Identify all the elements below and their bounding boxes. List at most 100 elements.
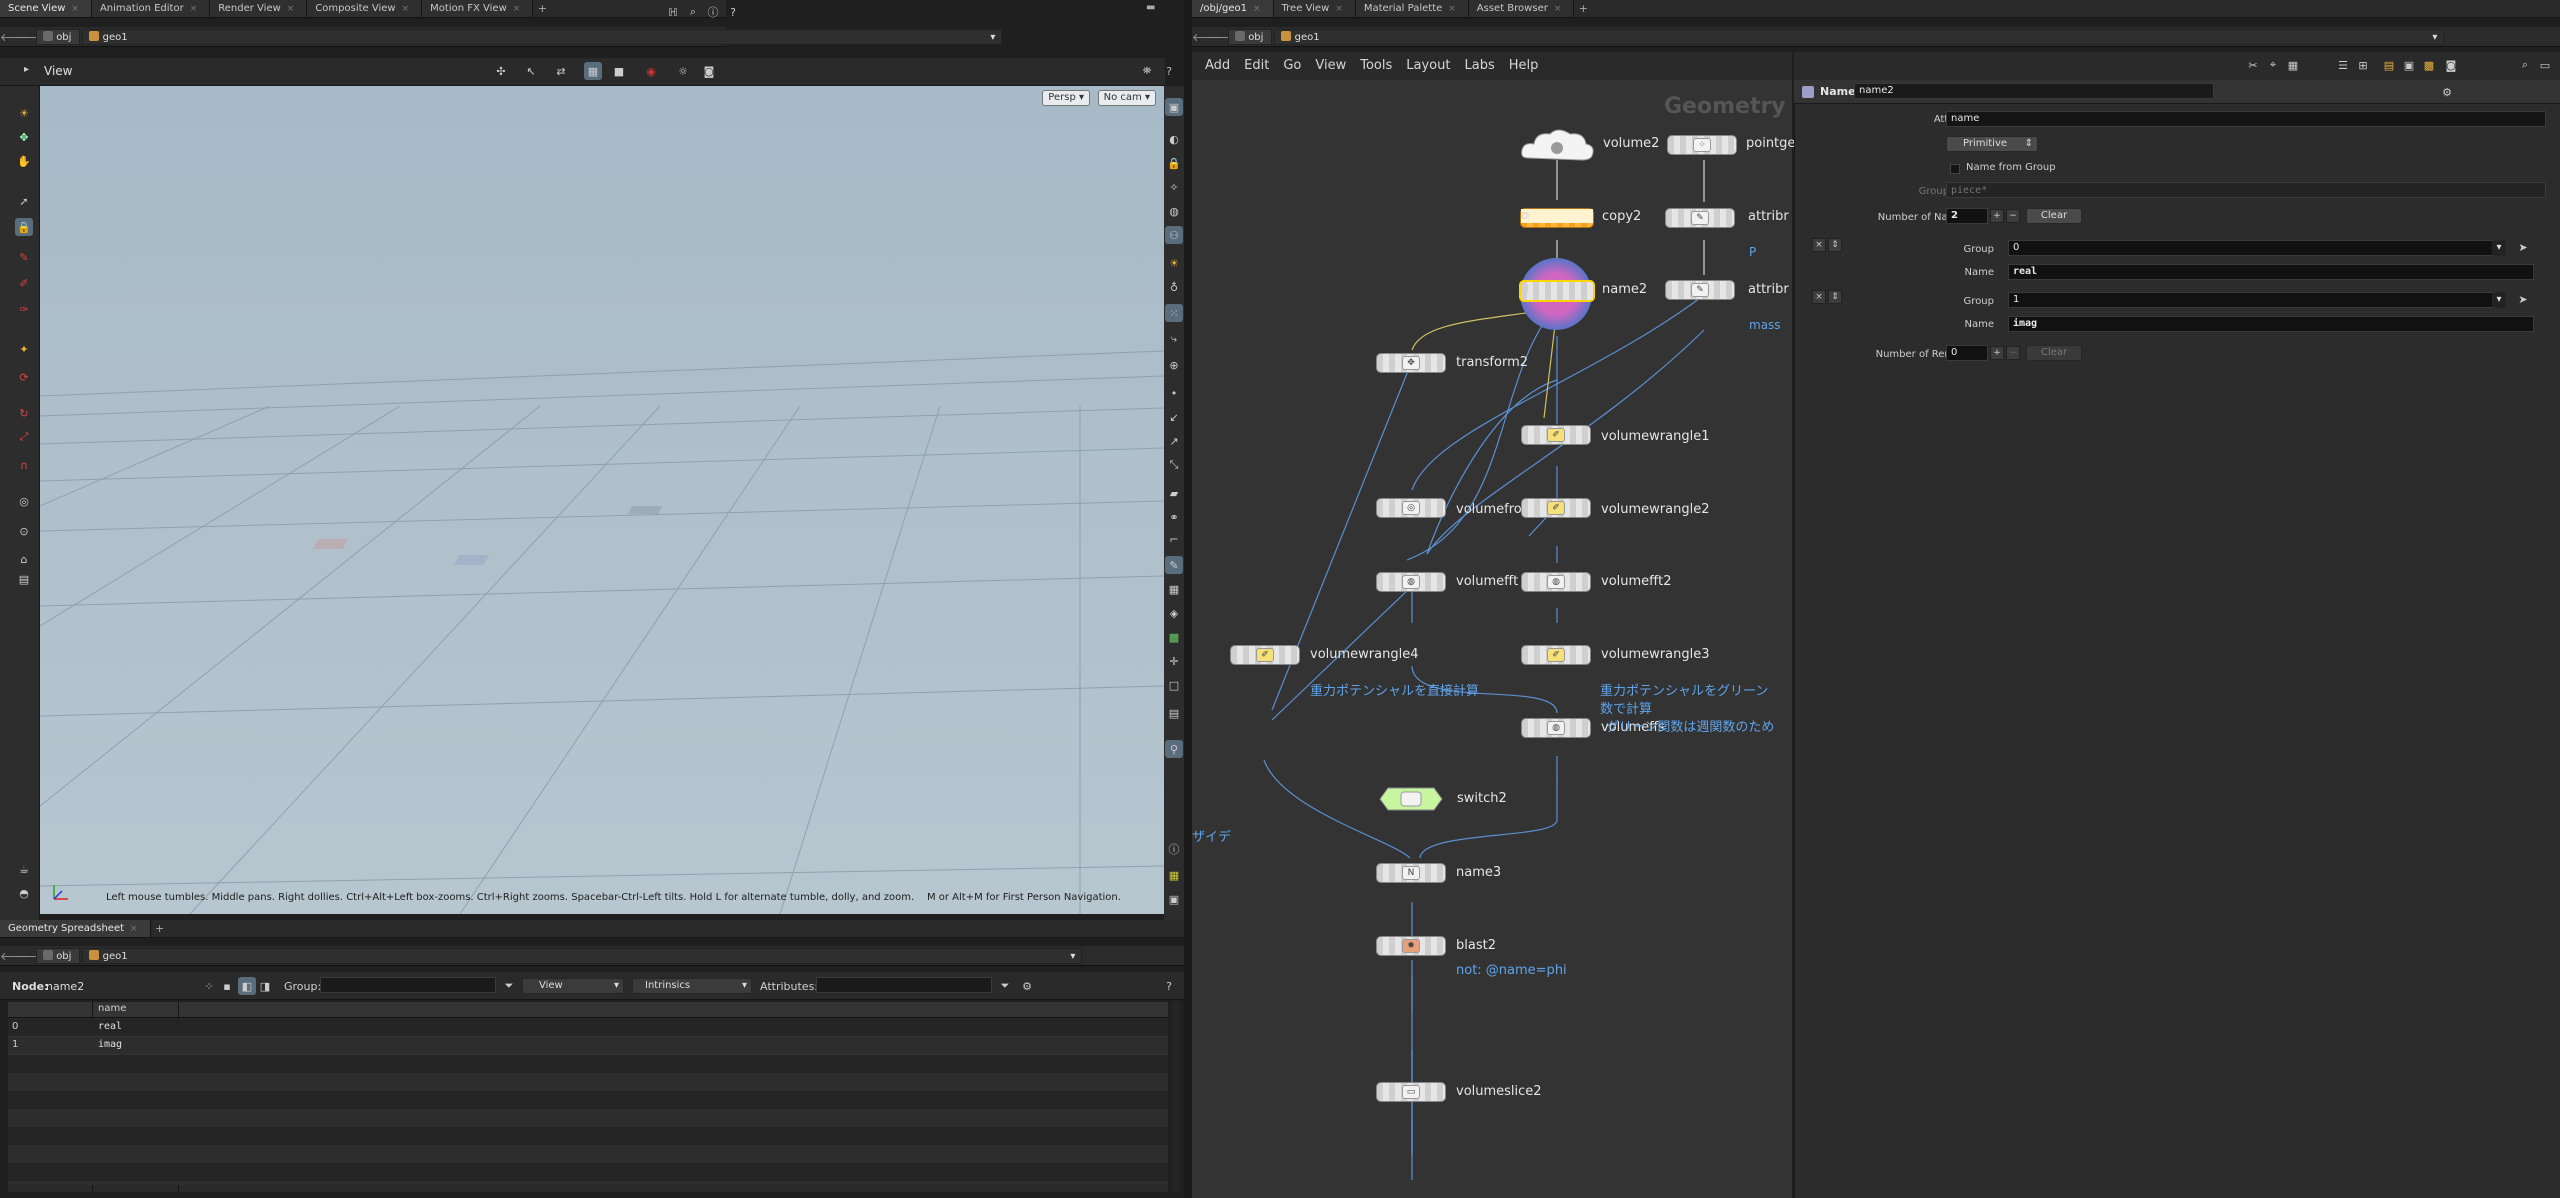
- crumb-obj[interactable]: obj: [36, 947, 81, 964]
- tree-icon[interactable]: ⊞: [2354, 56, 2372, 74]
- crosshair-icon[interactable]: ✛: [1165, 652, 1183, 670]
- select-arrow-icon[interactable]: ➚: [15, 192, 33, 210]
- pin-icon[interactable]: ⌖: [2264, 56, 2282, 74]
- tab-network[interactable]: /obj/geo1 ×: [1192, 0, 1274, 17]
- vertices-icon[interactable]: ▪: [218, 977, 236, 995]
- crumb-geo[interactable]: geo1 ▾: [82, 28, 1003, 45]
- camera-menu[interactable]: No cam ▾: [1097, 90, 1156, 106]
- view-icon[interactable]: ◎: [15, 492, 33, 510]
- add-tab-icon[interactable]: +: [533, 0, 551, 17]
- tab-animation-editor[interactable]: Animation Editor ×: [91, 0, 211, 17]
- node-name-field[interactable]: name2: [1854, 83, 2214, 99]
- menu-view[interactable]: View: [1308, 52, 1353, 80]
- crumb-geo[interactable]: geo1 ▾: [1274, 28, 2445, 45]
- orbit-icon[interactable]: ⊙: [15, 522, 33, 540]
- attributes-field[interactable]: [816, 977, 992, 993]
- grid-icon[interactable]: ▦: [2284, 56, 2302, 74]
- pane-menu-icon[interactable]: ▬: [1146, 2, 1160, 14]
- filter-icon[interactable]: ⏷: [996, 977, 1014, 995]
- camera-view-icon[interactable]: ▰: [1165, 484, 1183, 502]
- gear-icon[interactable]: ⚙: [2438, 83, 2456, 101]
- dot-icon[interactable]: ◙: [2442, 56, 2460, 74]
- add-tab-icon[interactable]: +: [151, 920, 169, 937]
- table-row[interactable]: 0 real: [8, 1019, 1168, 1037]
- view-menu[interactable]: View ▾: [522, 978, 624, 994]
- node-name3[interactable]: N: [1376, 863, 1446, 883]
- close-icon[interactable]: ×: [1253, 4, 1261, 14]
- tab-render-view[interactable]: Render View ×: [210, 0, 308, 17]
- zoom-icon[interactable]: ⌕: [2516, 56, 2534, 74]
- crumb-geo[interactable]: geo1 ▾: [82, 947, 1083, 964]
- search-icon[interactable]: ⌕: [684, 3, 702, 21]
- plus-icon[interactable]: +: [1990, 209, 2004, 223]
- bundle-icon[interactable]: ▩: [2420, 56, 2438, 74]
- snapshot-icon[interactable]: ▣: [1165, 890, 1183, 908]
- render-icon[interactable]: ◓: [15, 884, 33, 902]
- help-icon[interactable]: ?: [1160, 977, 1178, 995]
- tab-geometry-spreadsheet[interactable]: Geometry Spreadsheet ×: [0, 920, 151, 937]
- pose-icon[interactable]: ✦: [15, 340, 33, 358]
- node-volumefft2[interactable]: ◍: [1521, 572, 1591, 592]
- close-icon[interactable]: ×: [71, 4, 79, 14]
- intrinsics-menu[interactable]: Intrinsics ▾: [632, 978, 752, 994]
- menu-edit[interactable]: Edit: [1237, 52, 1276, 80]
- back-icon[interactable]: 🡐: [1192, 30, 1222, 44]
- group-field[interactable]: 1: [2008, 292, 2504, 308]
- ghost-icon[interactable]: ◈: [1165, 604, 1183, 622]
- close-icon[interactable]: ×: [130, 924, 138, 934]
- name-from-group-checkbox[interactable]: [1950, 164, 1960, 174]
- num-renames-field[interactable]: 0: [1946, 345, 1988, 361]
- record-icon[interactable]: ◉: [642, 62, 660, 80]
- node-volumefrom[interactable]: ◎: [1376, 498, 1446, 518]
- snap-grid-icon[interactable]: ▤: [15, 570, 33, 588]
- select-arrow-icon[interactable]: ➤: [2514, 290, 2532, 308]
- select-mode-icon[interactable]: ✣: [492, 62, 510, 80]
- node-volumewrangle1[interactable]: ✐: [1521, 425, 1591, 445]
- network-box-icon[interactable]: ▣: [2400, 56, 2418, 74]
- tools-icon[interactable]: ✂: [2244, 56, 2262, 74]
- menu-go[interactable]: Go: [1276, 52, 1308, 80]
- scale-icon[interactable]: ⤢: [15, 428, 33, 446]
- node-volumefft[interactable]: ◍: [1376, 572, 1446, 592]
- uv-icon[interactable]: ⊕: [1165, 356, 1183, 374]
- crumb-obj[interactable]: obj: [1228, 28, 1273, 45]
- node-transform2[interactable]: ✥: [1376, 353, 1446, 373]
- num-namings-field[interactable]: 2: [1946, 208, 1988, 224]
- chevron-down-icon[interactable]: ▾: [2492, 240, 2506, 256]
- vis-icon[interactable]: ⛯: [1138, 62, 1156, 80]
- remove-entry-icon[interactable]: ×: [1812, 290, 1826, 304]
- menu-add[interactable]: Add: [1198, 52, 1237, 80]
- insert-entry-icon[interactable]: ⇕: [1828, 238, 1842, 252]
- group-field[interactable]: 0: [2008, 240, 2504, 256]
- light-toggle-icon[interactable]: ✧: [1165, 178, 1183, 196]
- pin-icon[interactable]: ⚲: [1165, 740, 1183, 758]
- crumb-obj[interactable]: obj: [36, 28, 81, 45]
- handle-icon[interactable]: ✥: [15, 128, 33, 146]
- plus-icon[interactable]: +: [1990, 346, 2004, 360]
- info-icon[interactable]: ⓘ: [704, 3, 722, 21]
- info-icon[interactable]: ⓘ: [1165, 840, 1183, 858]
- prim-icon[interactable]: ⤡: [1165, 456, 1183, 474]
- node-pointgen[interactable]: ⁘: [1667, 135, 1737, 155]
- headlight-icon[interactable]: ☀: [1165, 254, 1183, 272]
- wire-icon[interactable]: ✎: [1165, 556, 1183, 574]
- teapot-icon[interactable]: ☕: [15, 860, 33, 878]
- transform-icon[interactable]: ⟳: [15, 368, 33, 386]
- bounds-icon[interactable]: ⌐: [1165, 530, 1183, 548]
- persp-menu[interactable]: Persp ▾: [1042, 90, 1090, 106]
- primitives-icon[interactable]: ◧: [238, 977, 256, 995]
- close-icon[interactable]: ×: [1335, 4, 1343, 14]
- maximize-icon[interactable]: ▭: [2536, 56, 2554, 74]
- node-volumefft3[interactable]: ◍: [1521, 718, 1591, 738]
- node-info-icon[interactable]: ℍ: [664, 3, 682, 21]
- node-volumewrangle4[interactable]: ✐: [1230, 645, 1300, 665]
- grid-icon[interactable]: ▦: [1165, 580, 1183, 598]
- vertical-scrollbar[interactable]: [1172, 1002, 1180, 1192]
- node-switch2[interactable]: [1374, 786, 1448, 812]
- remove-entry-icon[interactable]: ×: [1812, 238, 1826, 252]
- close-icon[interactable]: ×: [190, 4, 198, 14]
- table-row[interactable]: 1 imag: [8, 1037, 1168, 1055]
- point-display-icon[interactable]: ⁙: [1165, 304, 1183, 322]
- quad-icon[interactable]: ▦: [1165, 866, 1183, 884]
- display-icon[interactable]: ■: [610, 62, 628, 80]
